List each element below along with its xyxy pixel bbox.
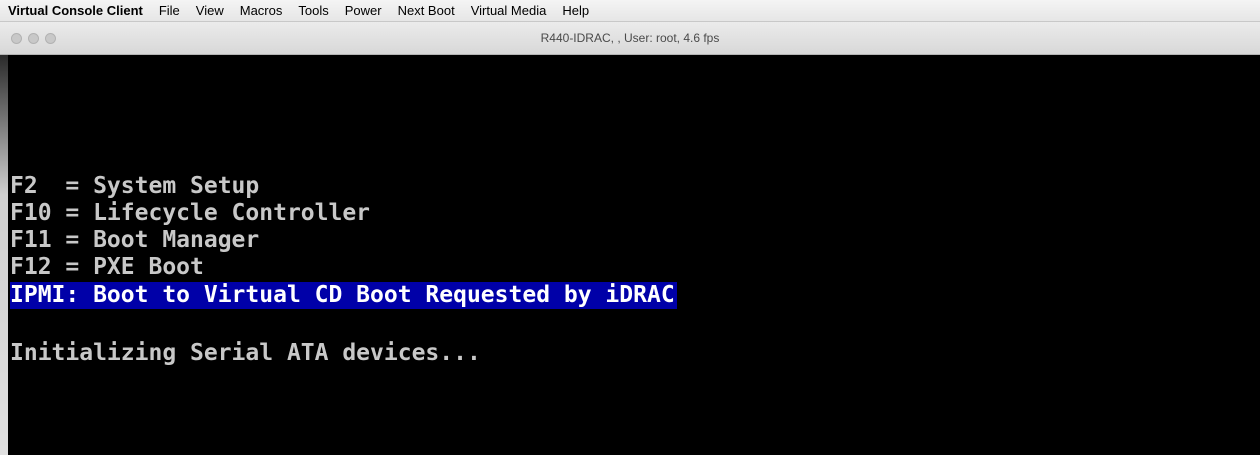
menu-bar: Virtual Console Client File View Macros … — [0, 0, 1260, 22]
menu-tools[interactable]: Tools — [298, 3, 328, 18]
menu-next-boot[interactable]: Next Boot — [398, 3, 455, 18]
console-line-f12-pxe-boot: F12 = PXE Boot — [10, 254, 204, 280]
console-screen[interactable]: F2 = System Setup F10 = Lifecycle Contro… — [0, 55, 1260, 455]
window-title-bar: R440-IDRAC, , User: root, 4.6 fps — [0, 22, 1260, 55]
window-title: R440-IDRAC, , User: root, 4.6 fps — [540, 31, 720, 45]
console-line-ipmi-highlight: IPMI: Boot to Virtual CD Boot Requested … — [10, 282, 677, 309]
app-menu-virtual-console-client[interactable]: Virtual Console Client — [8, 3, 143, 18]
console-left-edge — [0, 55, 8, 455]
menu-macros[interactable]: Macros — [240, 3, 283, 18]
menu-virtual-media[interactable]: Virtual Media — [471, 3, 547, 18]
console-line-f11-boot-manager: F11 = Boot Manager — [10, 227, 260, 253]
console-line-initializing: Initializing Serial ATA devices... — [10, 340, 481, 366]
console-line-f10-lifecycle-controller: F10 = Lifecycle Controller — [10, 200, 371, 226]
menu-help[interactable]: Help — [562, 3, 589, 18]
menu-power[interactable]: Power — [345, 3, 382, 18]
menu-file[interactable]: File — [159, 3, 180, 18]
console-line-f2-system-setup: F2 = System Setup — [10, 173, 260, 199]
menu-view[interactable]: View — [196, 3, 224, 18]
